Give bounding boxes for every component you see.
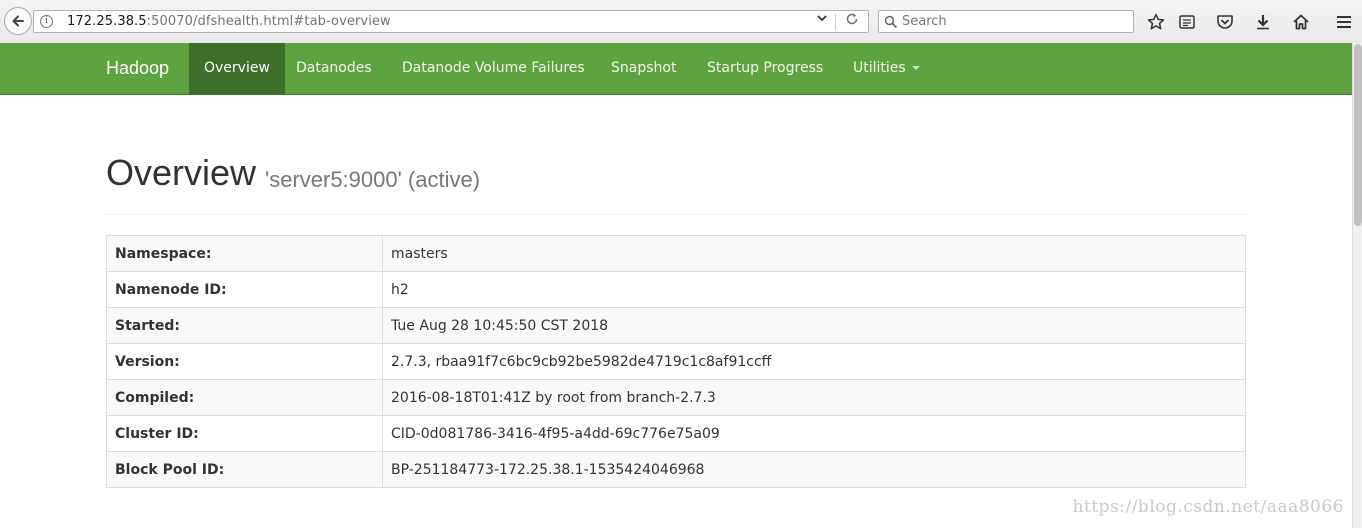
row-value: masters bbox=[382, 235, 1246, 272]
row-label: Started: bbox=[106, 307, 383, 344]
table-row: Compiled: 2016-08-18T01:41Z by root from… bbox=[106, 379, 1246, 416]
reading-list-icon[interactable] bbox=[1176, 11, 1198, 33]
table-row: Started: Tue Aug 28 10:45:50 CST 2018 bbox=[106, 307, 1246, 344]
home-icon[interactable] bbox=[1290, 11, 1312, 33]
table-row: Namenode ID: h2 bbox=[106, 271, 1246, 308]
page-header: Overview 'server5:9000' (active) bbox=[106, 152, 1246, 215]
table-row: Cluster ID: CID-0d081786-3416-4f95-a4dd-… bbox=[106, 415, 1246, 452]
row-value: CID-0d081786-3416-4f95-a4dd-69c776e75a09 bbox=[382, 415, 1246, 452]
table-row: Block Pool ID: BP-251184773-172.25.38.1-… bbox=[106, 451, 1246, 488]
pocket-icon[interactable] bbox=[1214, 11, 1236, 33]
bookmark-star-icon[interactable] bbox=[1145, 11, 1167, 33]
nav-tab-startup-progress[interactable]: Startup Progress bbox=[692, 43, 838, 94]
row-label: Version: bbox=[106, 343, 383, 380]
url-path: :50070/dfshealth.html#tab-overview bbox=[146, 14, 391, 29]
row-value: BP-251184773-172.25.38.1-1535424046968 bbox=[382, 451, 1246, 488]
reload-icon[interactable] bbox=[845, 12, 859, 30]
url-text[interactable]: 172.25.38.5:50070/dfshealth.html#tab-ove… bbox=[67, 14, 391, 29]
scrollbar-thumb[interactable] bbox=[1354, 44, 1362, 226]
hadoop-navbar: Hadoop Overview Datanodes Datanode Volum… bbox=[0, 43, 1352, 95]
search-input[interactable] bbox=[899, 12, 1133, 31]
row-label: Block Pool ID: bbox=[106, 451, 383, 488]
row-label: Namenode ID: bbox=[106, 271, 383, 308]
url-host: 172.25.38.5 bbox=[67, 14, 147, 29]
page-title: Overview bbox=[106, 152, 257, 193]
row-value: Tue Aug 28 10:45:50 CST 2018 bbox=[382, 307, 1246, 344]
url-separator bbox=[835, 14, 836, 30]
brand-logo[interactable]: Hadoop bbox=[106, 58, 169, 79]
page-scrollbar[interactable] bbox=[1352, 43, 1362, 528]
nav-tab-snapshot[interactable]: Snapshot bbox=[596, 43, 691, 94]
row-label: Namespace: bbox=[106, 235, 383, 272]
site-info-icon[interactable]: i bbox=[40, 15, 53, 28]
row-value: h2 bbox=[382, 271, 1246, 308]
nav-tab-datanodes[interactable]: Datanodes bbox=[281, 43, 387, 94]
nav-dropdown-utilities[interactable]: Utilities bbox=[838, 43, 935, 94]
row-value: 2016-08-18T01:41Z by root from branch-2.… bbox=[382, 379, 1246, 416]
row-label: Compiled: bbox=[106, 379, 383, 416]
row-label: Cluster ID: bbox=[106, 415, 383, 452]
overview-table: Namespace: masters Namenode ID: h2 Start… bbox=[106, 235, 1246, 488]
nav-tab-overview[interactable]: Overview bbox=[189, 43, 285, 94]
url-history-dropdown-icon[interactable] bbox=[817, 13, 827, 26]
search-icon bbox=[884, 14, 898, 33]
watermark: https://blog.csdn.net/aaa8066 bbox=[1072, 497, 1344, 517]
table-row: Namespace: masters bbox=[106, 235, 1246, 272]
downloads-icon[interactable] bbox=[1252, 11, 1274, 33]
search-box[interactable] bbox=[878, 10, 1134, 33]
back-button[interactable] bbox=[4, 7, 32, 35]
back-arrow-icon bbox=[12, 15, 24, 27]
nav-tab-datanode-volume-failures[interactable]: Datanode Volume Failures bbox=[387, 43, 600, 94]
caret-down-icon bbox=[911, 66, 920, 70]
menu-icon[interactable] bbox=[1333, 11, 1355, 33]
table-row: Version: 2.7.3, rbaa91f7c6bc9cb92be5982d… bbox=[106, 343, 1246, 380]
browser-toolbar: i 172.25.38.5:50070/dfshealth.html#tab-o… bbox=[0, 0, 1362, 44]
address-bar[interactable]: i 172.25.38.5:50070/dfshealth.html#tab-o… bbox=[33, 10, 869, 33]
namenode-address: 'server5:9000' (active) bbox=[265, 167, 481, 192]
row-value: 2.7.3, rbaa91f7c6bc9cb92be5982de4719c1c8… bbox=[382, 343, 1246, 380]
